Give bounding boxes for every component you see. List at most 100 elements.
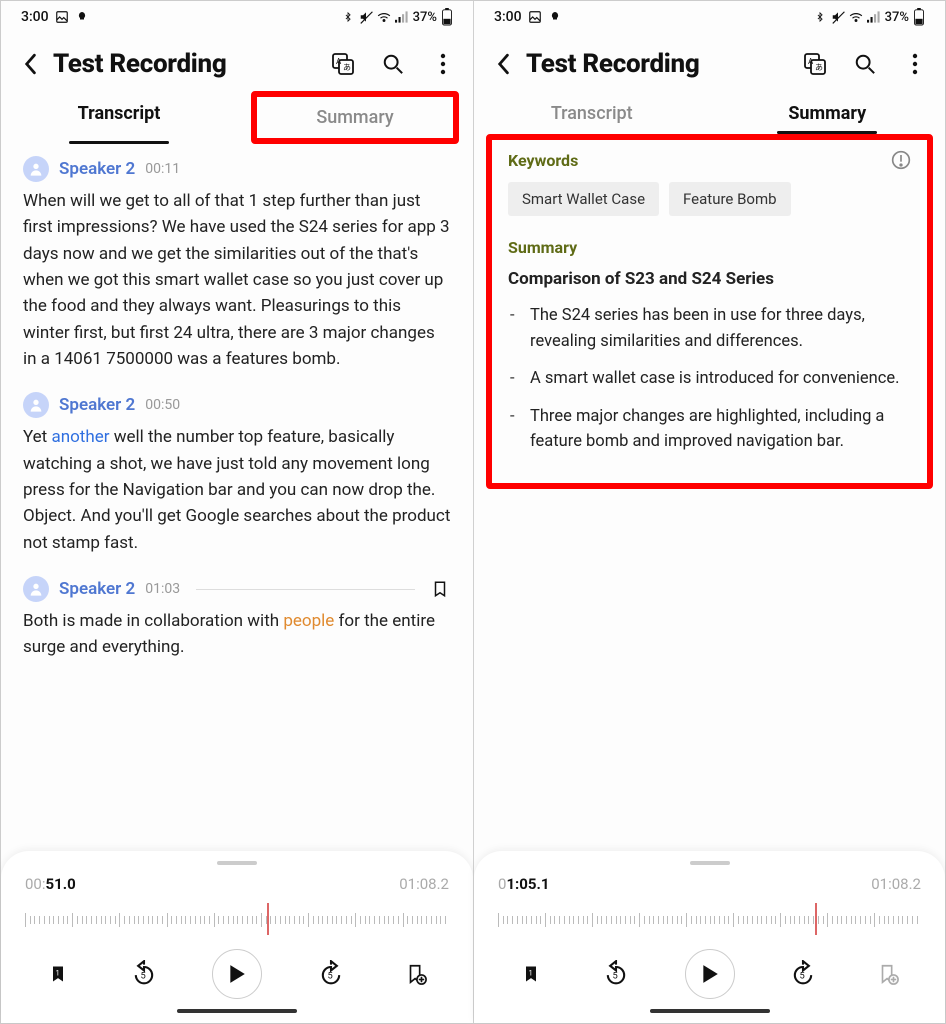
svg-text:A: A [808, 57, 814, 66]
svg-text:5: 5 [613, 971, 618, 982]
back-button[interactable] [492, 53, 514, 75]
timeline-track[interactable] [498, 901, 921, 937]
svg-text:あ: あ [815, 63, 823, 72]
back-button[interactable] [19, 53, 41, 75]
info-icon[interactable] [891, 150, 911, 170]
avatar-icon [23, 392, 49, 418]
summary-bullets: The S24 series has been in use for three… [508, 303, 911, 455]
tab-bar: Transcript Summary [1, 89, 473, 144]
timestamp: 00:50 [145, 397, 180, 413]
app-header: Test Recording Aあ [1, 31, 473, 89]
translate-icon[interactable]: Aあ [331, 52, 355, 76]
summary-bullet: A smart wallet case is introduced for co… [508, 366, 911, 392]
playhead[interactable] [815, 903, 817, 935]
wifi-icon [849, 10, 863, 24]
transcript-block: Speaker 2 01:03 Both is made in collabor… [23, 576, 451, 661]
divider [196, 589, 415, 590]
transcript-block: Speaker 2 00:11 When will we get to all … [23, 156, 451, 372]
drag-handle[interactable] [217, 861, 257, 865]
summary-title: Comparison of S23 and S24 Series [508, 269, 911, 289]
tab-summary-label: Summary [788, 103, 866, 124]
svg-text:5: 5 [799, 971, 804, 982]
tab-summary[interactable]: Summary [251, 91, 459, 144]
tab-summary-label: Summary [316, 107, 393, 128]
bulb-icon [548, 10, 562, 24]
rewind-5-icon[interactable]: 5 [127, 957, 161, 991]
app-header: Test Recording Aあ [474, 31, 945, 89]
page-title: Test Recording [526, 49, 777, 79]
signal-icon [867, 10, 881, 24]
translate-icon[interactable]: Aあ [803, 52, 827, 76]
bookmark-outline-icon[interactable] [431, 579, 451, 599]
svg-text:1: 1 [529, 969, 533, 978]
status-bar: 3:00 37% [1, 1, 473, 31]
tab-transcript[interactable]: Transcript [1, 95, 237, 144]
avatar-icon [23, 576, 49, 602]
speaker-label: Speaker 2 [59, 159, 135, 179]
highlight-link[interactable]: people [283, 611, 334, 631]
keyword-chips: Smart Wallet Case Feature Bomb [508, 182, 911, 216]
add-bookmark-icon[interactable] [871, 957, 905, 991]
avatar-icon [23, 156, 49, 182]
transcript-text[interactable]: When will we get to all of that 1 step f… [23, 188, 451, 372]
summary-heading: Summary [508, 238, 911, 257]
svg-text:A: A [336, 57, 342, 66]
status-battery-pct: 37% [885, 10, 909, 25]
mute-icon [831, 10, 845, 24]
phone-right: 3:00 37% Test Recording Aあ [473, 1, 945, 1023]
forward-5-icon[interactable]: 5 [786, 957, 820, 991]
status-time: 3:00 [494, 9, 522, 25]
timestamp: 01:03 [145, 581, 180, 597]
speaker-label: Speaker 2 [59, 579, 135, 599]
summary-bullet: The S24 series has been in use for three… [508, 303, 911, 354]
forward-5-icon[interactable]: 5 [314, 957, 348, 991]
current-time: 01:05.1 [498, 875, 549, 893]
android-nav-bar[interactable] [650, 1009, 770, 1013]
current-time: 00:51.0 [25, 875, 76, 893]
playhead[interactable] [267, 903, 269, 935]
play-button[interactable] [212, 949, 262, 999]
transcript-text[interactable]: Yet another well the number top feature,… [23, 424, 451, 556]
tab-summary[interactable]: Summary [710, 95, 946, 134]
tab-transcript[interactable]: Transcript [474, 95, 710, 134]
keyword-chip[interactable]: Smart Wallet Case [508, 182, 659, 216]
drag-handle[interactable] [690, 861, 730, 865]
player-bar: 00:51.0 01:08.2 1 5 5 [1, 851, 473, 1023]
signal-icon [395, 10, 409, 24]
transcript-block: Speaker 2 00:50 Yet another well the num… [23, 392, 451, 556]
more-icon[interactable] [903, 52, 927, 76]
add-bookmark-icon[interactable] [399, 957, 433, 991]
mute-icon [359, 10, 373, 24]
search-icon[interactable] [853, 52, 877, 76]
summary-content: Keywords Smart Wallet Case Feature Bomb … [474, 134, 945, 851]
bluetooth-icon [341, 10, 355, 24]
svg-text:5: 5 [327, 971, 332, 982]
highlight-link[interactable]: another [51, 427, 109, 447]
bluetooth-icon [813, 10, 827, 24]
tab-bar: Transcript Summary [474, 89, 945, 134]
keywords-heading: Keywords [508, 150, 911, 170]
speaker-label: Speaker 2 [59, 395, 135, 415]
rewind-5-icon[interactable]: 5 [599, 957, 633, 991]
transcript-text[interactable]: Both is made in collaboration with peopl… [23, 608, 451, 661]
bulb-icon [75, 10, 89, 24]
svg-text:あ: あ [343, 63, 351, 72]
gallery-icon [55, 10, 69, 24]
keyword-chip[interactable]: Feature Bomb [669, 182, 791, 216]
play-button[interactable] [685, 949, 735, 999]
total-time: 01:08.2 [871, 875, 921, 893]
more-icon[interactable] [431, 52, 455, 76]
summary-bullet: Three major changes are highlighted, inc… [508, 404, 911, 455]
bookmark-filled-icon[interactable]: 1 [41, 957, 75, 991]
battery-icon [441, 8, 453, 26]
player-bar: 01:05.1 01:08.2 1 5 5 [474, 851, 945, 1023]
transcript-content: Speaker 2 00:11 When will we get to all … [1, 144, 473, 851]
search-icon[interactable] [381, 52, 405, 76]
tab-transcript-label: Transcript [78, 103, 161, 124]
status-bar: 3:00 37% [474, 1, 945, 31]
timeline-track[interactable] [25, 901, 449, 937]
timestamp: 00:11 [145, 161, 180, 177]
wifi-icon [377, 10, 391, 24]
bookmark-filled-icon[interactable]: 1 [514, 957, 548, 991]
android-nav-bar[interactable] [177, 1009, 297, 1013]
